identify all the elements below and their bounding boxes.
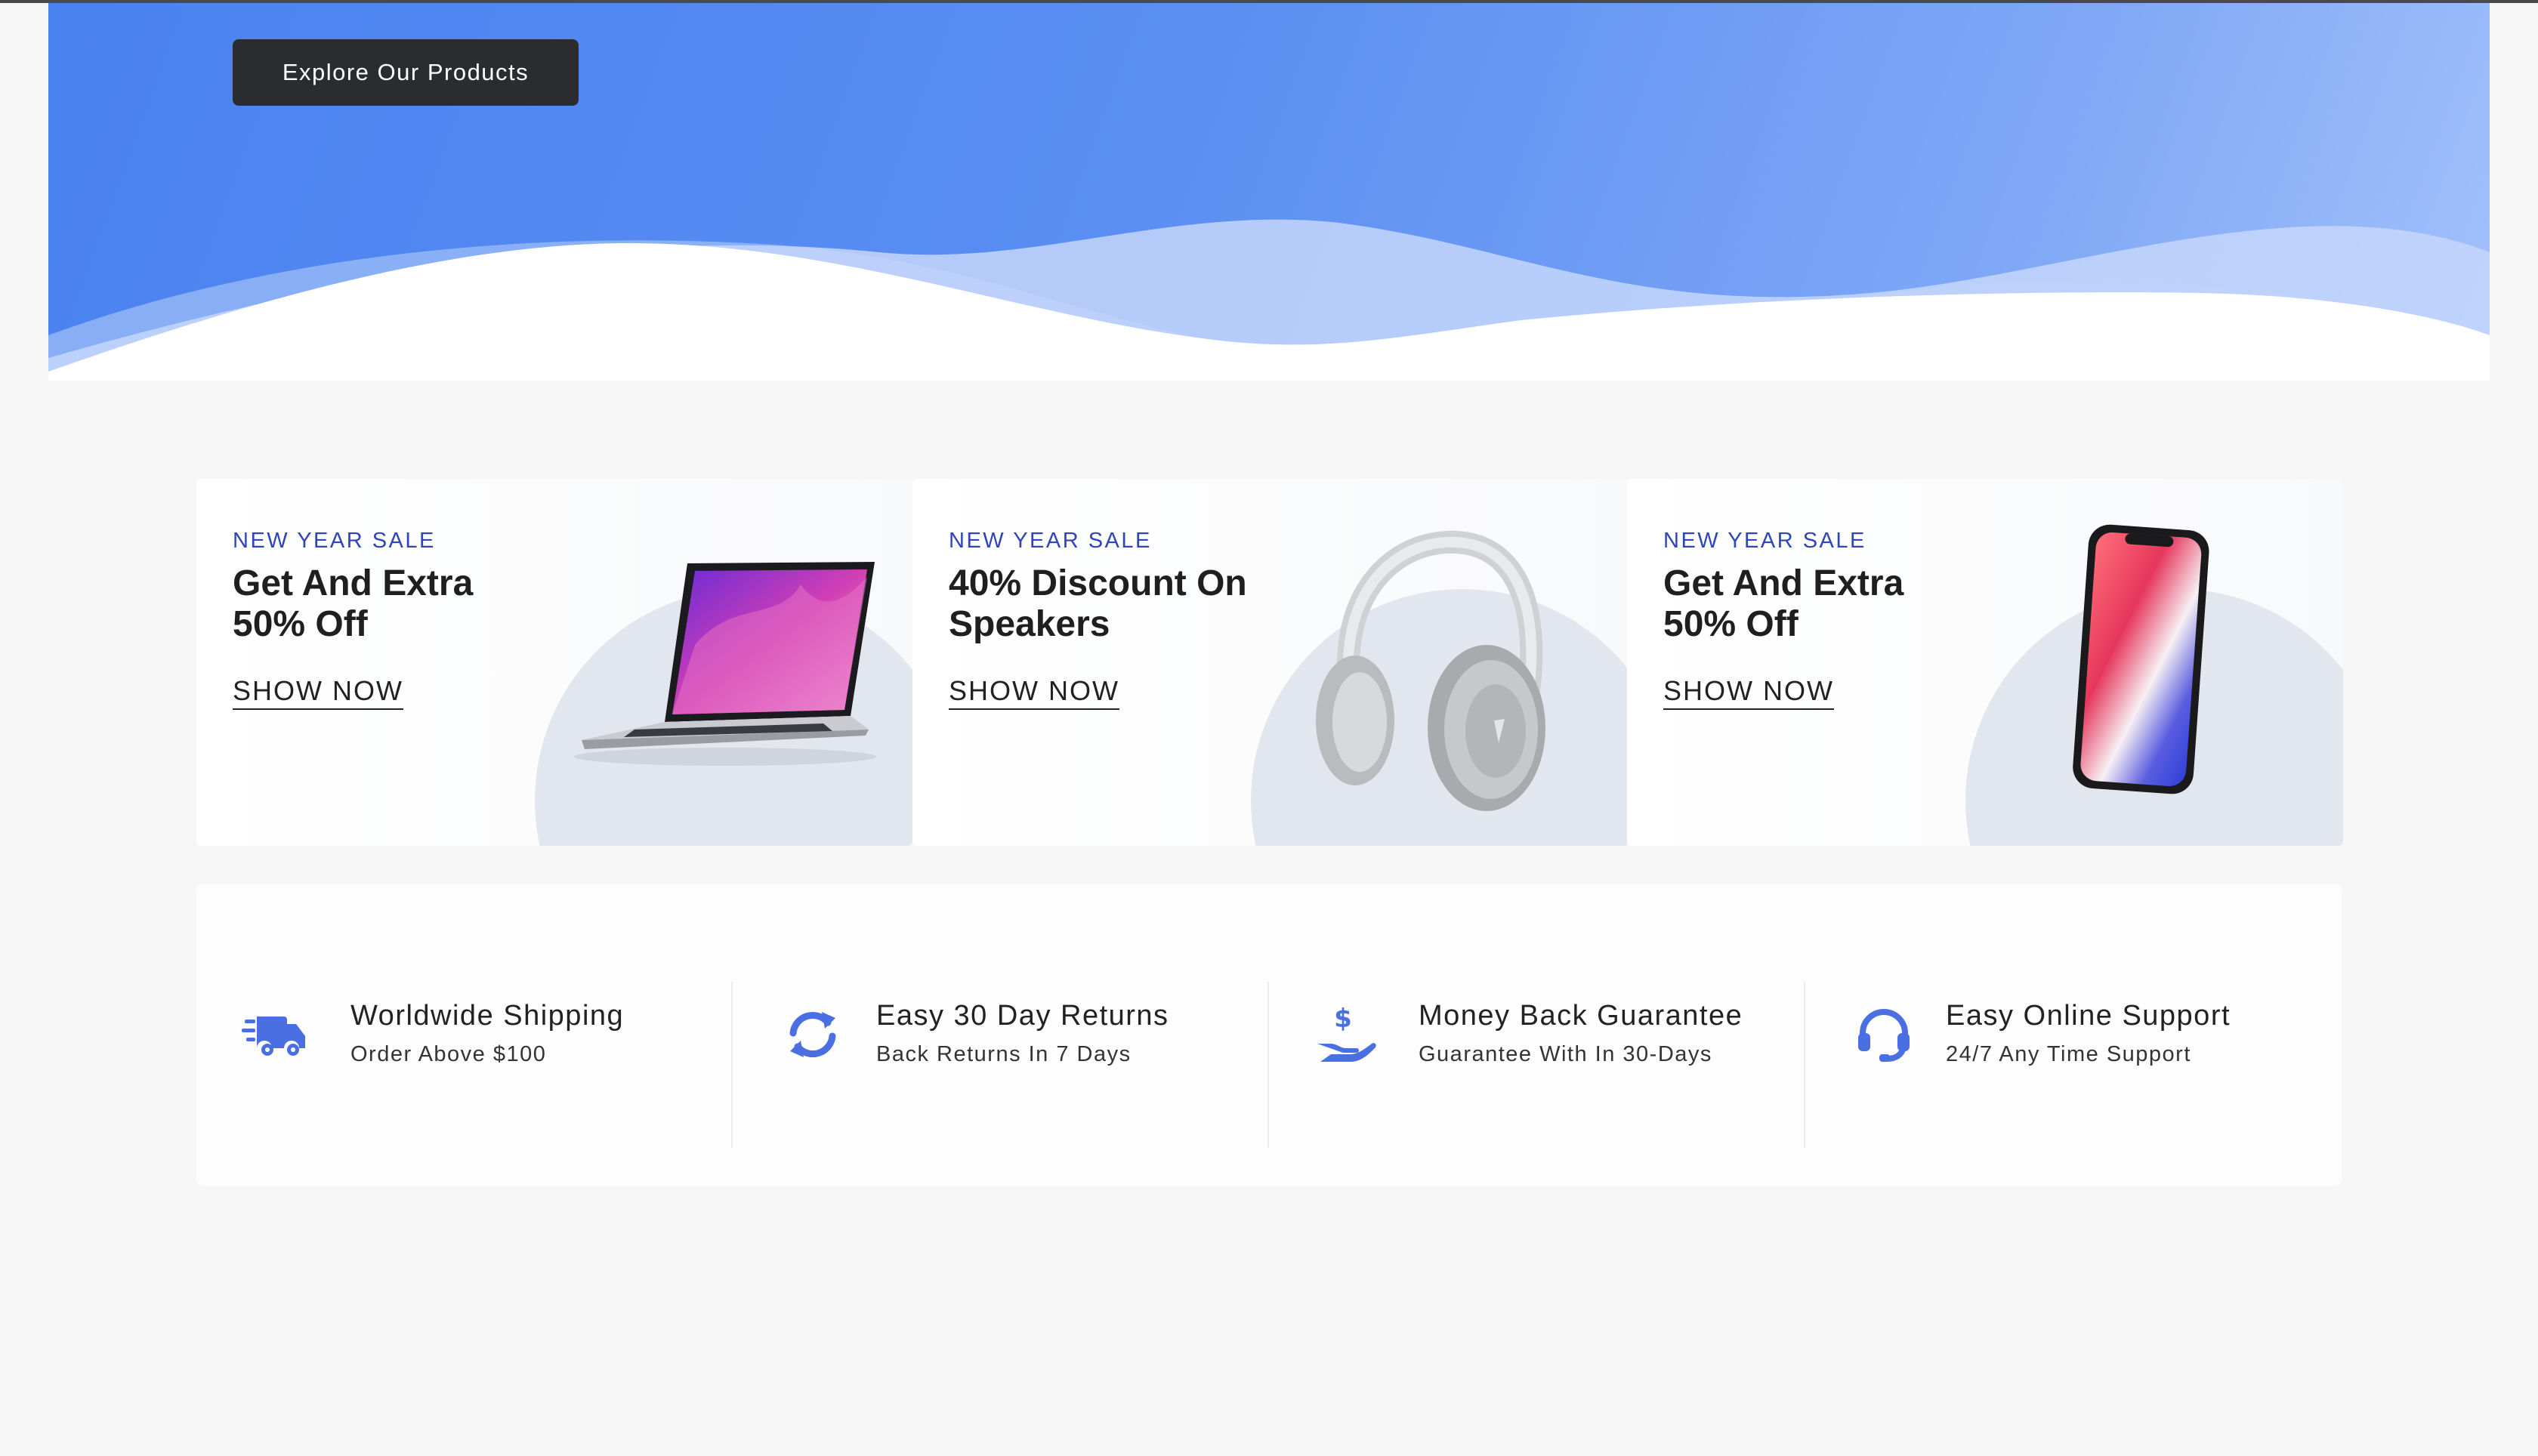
feature-worldwide-shipping: Worldwide Shipping Order Above $100	[240, 982, 709, 1133]
feature-money-back: $ Money Back Guarantee Guarantee With In…	[1313, 982, 1826, 1133]
feature-divider	[1804, 982, 1805, 1148]
feature-subtitle: Order Above $100	[350, 1042, 547, 1066]
svg-text:$: $	[1334, 1004, 1352, 1034]
show-now-link[interactable]: SHOW NOW	[233, 675, 403, 710]
explore-products-button[interactable]: Explore Our Products	[233, 39, 579, 106]
refresh-icon	[789, 1012, 836, 1057]
promo-headline: 40% Discount On Speakers	[949, 563, 1247, 644]
headphones-image	[1316, 530, 1545, 811]
promo-card-laptop[interactable]: NEW YEAR SALE Get And Extra 50% Off SHOW…	[196, 479, 912, 846]
laptop-image	[574, 562, 876, 766]
feature-divider	[1267, 982, 1269, 1148]
money-hand-icon: $	[1317, 1004, 1376, 1062]
smartphone-image	[2073, 524, 2209, 794]
feature-divider	[731, 982, 733, 1148]
promo-kicker: NEW YEAR SALE	[949, 529, 1152, 553]
feature-easy-returns: Easy 30 Day Returns Back Returns In 7 Da…	[778, 982, 1261, 1133]
feature-online-support: Easy Online Support 24/7 Any Time Suppor…	[1849, 982, 2317, 1133]
promo-card-smartphone[interactable]: NEW YEAR SALE Get And Extra 50% Off SHOW…	[1627, 479, 2343, 846]
feature-title: Money Back Guarantee	[1419, 1000, 1743, 1032]
feature-subtitle: Back Returns In 7 Days	[876, 1042, 1132, 1066]
promo-card-speakers[interactable]: NEW YEAR SALE 40% Discount On Speakers S…	[912, 479, 1629, 846]
feature-title: Easy Online Support	[1946, 1000, 2231, 1032]
feature-title: Easy 30 Day Returns	[876, 1000, 1169, 1032]
promo-kicker: NEW YEAR SALE	[233, 529, 436, 553]
feature-title: Worldwide Shipping	[350, 1000, 625, 1032]
promo-headline: Get And Extra 50% Off	[233, 563, 474, 644]
features-bar: Worldwide Shipping Order Above $100 Easy…	[196, 884, 2342, 1186]
promo-headline: Get And Extra 50% Off	[1663, 563, 1904, 644]
feature-subtitle: 24/7 Any Time Support	[1946, 1042, 2191, 1066]
promo-kicker: NEW YEAR SALE	[1663, 529, 1866, 553]
hero-banner: Explore Our Products	[48, 3, 2490, 381]
show-now-link[interactable]: SHOW NOW	[949, 675, 1119, 710]
feature-subtitle: Guarantee With In 30-Days	[1419, 1042, 1712, 1066]
show-now-link[interactable]: SHOW NOW	[1663, 675, 1834, 710]
headset-icon	[1858, 1009, 1910, 1062]
shipping-truck-icon	[242, 1016, 305, 1056]
